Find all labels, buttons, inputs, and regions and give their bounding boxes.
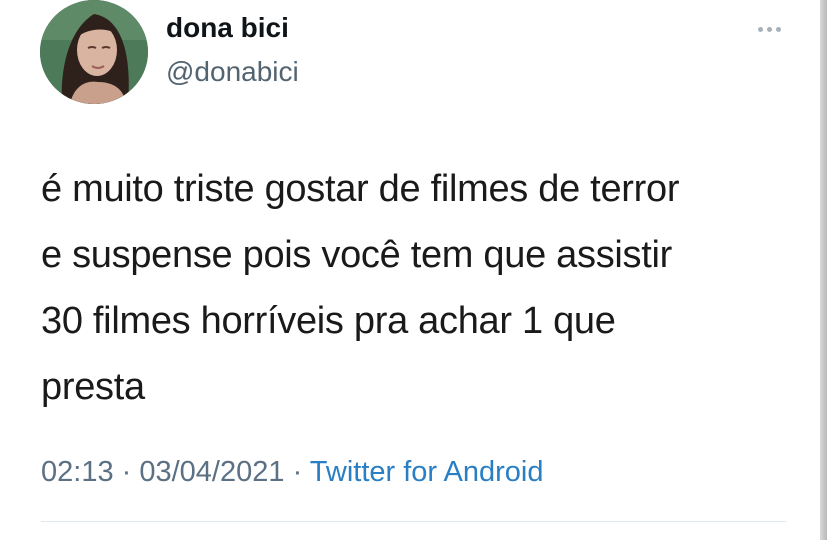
meta-separator: · — [113, 456, 140, 488]
meta-separator: · — [284, 456, 310, 488]
more-dot — [766, 26, 772, 32]
author-avatar[interactable] — [40, 0, 148, 104]
tweet-metadata: 02:13 · 03/04/2021 · Twitter for Android — [41, 458, 543, 487]
tweet-time[interactable]: 02:13 — [41, 456, 114, 488]
more-dot — [757, 26, 763, 32]
tweet-date[interactable]: 03/04/2021 — [139, 456, 284, 488]
window-edge — [820, 0, 827, 540]
tweet-text: é muito triste gostar de filmes de terro… — [41, 156, 801, 420]
avatar-photo-icon — [40, 0, 148, 104]
tweet-detail: dona bici @donabici é muito triste gosta… — [0, 0, 827, 540]
divider — [41, 521, 786, 522]
author-display-name[interactable]: dona bici — [166, 14, 289, 42]
tweet-text-line: é muito triste gostar de filmes de terro… — [41, 168, 680, 210]
tweet-text-line: e suspense pois você tem que assistir — [41, 234, 673, 276]
tweet-source-link[interactable]: Twitter for Android — [310, 456, 544, 488]
tweet-text-line: 30 filmes horríveis pra achar 1 que — [41, 300, 616, 342]
more-dot — [775, 26, 781, 32]
author-handle[interactable]: @donabici — [166, 58, 299, 86]
tweet-text-line: presta — [41, 366, 145, 408]
more-options-icon[interactable] — [752, 14, 786, 44]
